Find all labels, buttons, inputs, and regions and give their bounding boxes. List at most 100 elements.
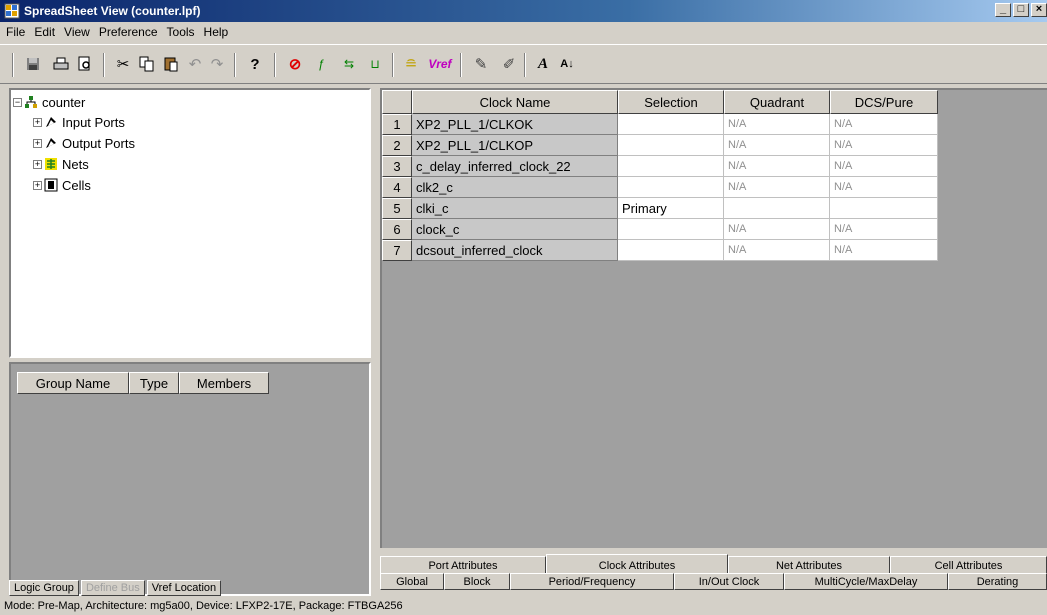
edit-icon[interactable]: ✎ <box>470 53 492 75</box>
cell-dcs-pure[interactable]: N/A <box>830 135 938 156</box>
cell-clock-name[interactable]: c_delay_inferred_clock_22 <box>412 156 618 177</box>
row-number[interactable]: 4 <box>382 177 412 198</box>
row-number[interactable]: 7 <box>382 240 412 261</box>
cell-dcs-pure[interactable]: N/A <box>830 240 938 261</box>
members-header[interactable]: Members <box>179 372 269 394</box>
cell-clock-name[interactable]: XP2_PLL_1/CLKOP <box>412 135 618 156</box>
redo-icon[interactable]: ↷ <box>206 53 228 75</box>
cut-icon[interactable]: ✂ <box>112 53 134 75</box>
cell-dcs-pure[interactable]: N/A <box>830 177 938 198</box>
cell-selection[interactable] <box>618 156 724 177</box>
row-number[interactable]: 2 <box>382 135 412 156</box>
cell-selection[interactable] <box>618 177 724 198</box>
cell-selection[interactable]: Primary <box>618 198 724 219</box>
frequency-icon[interactable]: ƒ <box>310 53 332 75</box>
tree-item-nets[interactable]: + Nets <box>33 154 89 174</box>
tree-root-label: counter <box>42 94 86 110</box>
tree-item-label: Output Ports <box>62 135 135 151</box>
column-header-quadrant[interactable]: Quadrant <box>724 90 830 114</box>
subtab-multicycle-maxdelay[interactable]: MultiCycle/MaxDelay <box>784 573 948 590</box>
close-button[interactable]: × <box>1031 3 1047 17</box>
cell-quadrant[interactable] <box>724 198 830 219</box>
cell-quadrant[interactable]: N/A <box>724 177 830 198</box>
tree-item-cells[interactable]: + Cells <box>33 175 91 195</box>
clear-icon[interactable]: ⊘ <box>284 53 306 75</box>
tree-item-output-ports[interactable]: + Output Ports <box>33 133 135 153</box>
spreadsheet-app-icon <box>4 3 20 19</box>
tree-item-label: Cells <box>62 177 91 193</box>
subtab-block[interactable]: Block <box>444 573 510 590</box>
font-button[interactable]: A <box>532 53 554 75</box>
type-header[interactable]: Type <box>129 372 179 394</box>
expand-icon[interactable]: + <box>33 138 42 148</box>
subtab-derating[interactable]: Derating <box>948 573 1047 590</box>
cell-quadrant[interactable]: N/A <box>724 219 830 240</box>
toolbar: ✂ ↶ ↷ ? ⊘ ƒ ⇆ ⊔ ≘ Vref ✎ ✐ A A↓ <box>0 44 1047 84</box>
cell-dcs-pure[interactable]: N/A <box>830 219 938 240</box>
cell-dcs-pure[interactable] <box>830 198 938 219</box>
subtab-period-frequency[interactable]: Period/Frequency <box>510 573 674 590</box>
hierarchy-icon <box>25 96 37 108</box>
maximize-button[interactable]: □ <box>1013 3 1029 17</box>
menu-preference[interactable]: Preference <box>99 25 158 39</box>
expand-icon[interactable]: + <box>33 117 42 127</box>
column-header-clock-name[interactable]: Clock Name <box>412 90 618 114</box>
clock-icon[interactable]: ⊔ <box>364 53 386 75</box>
cell-quadrant[interactable]: N/A <box>724 240 830 261</box>
cell-quadrant[interactable]: N/A <box>724 156 830 177</box>
copy-icon[interactable] <box>136 53 158 75</box>
cell-clock-name[interactable]: clki_c <box>412 198 618 219</box>
minimize-button[interactable]: _ <box>995 3 1011 17</box>
row-number[interactable]: 6 <box>382 219 412 240</box>
menu-file[interactable]: File <box>6 25 25 39</box>
left-tabs: Logic Group Define Bus Vref Location <box>9 580 223 597</box>
cell-dcs-pure[interactable]: N/A <box>830 156 938 177</box>
cell-clock-name[interactable]: dcsout_inferred_clock <box>412 240 618 261</box>
expand-icon[interactable]: + <box>33 180 42 190</box>
row-number[interactable]: 5 <box>382 198 412 219</box>
cell-clock-name[interactable]: XP2_PLL_1/CLKOK <box>412 114 618 135</box>
menu-edit[interactable]: Edit <box>34 25 55 39</box>
row-number[interactable]: 3 <box>382 156 412 177</box>
paste-icon[interactable] <box>160 53 182 75</box>
cell-quadrant[interactable]: N/A <box>724 114 830 135</box>
menu-help[interactable]: Help <box>204 25 229 39</box>
collapse-icon[interactable]: − <box>13 97 22 107</box>
cell-selection[interactable] <box>618 135 724 156</box>
column-header-dcs-pure[interactable]: DCS/Pure <box>830 90 938 114</box>
cell-selection[interactable] <box>618 219 724 240</box>
cell-icon <box>44 178 58 192</box>
column-header-selection[interactable]: Selection <box>618 90 724 114</box>
cell-clock-name[interactable]: clock_c <box>412 219 618 240</box>
vref-button[interactable]: Vref <box>424 53 456 75</box>
expand-icon[interactable]: + <box>33 159 42 169</box>
print-icon[interactable] <box>50 53 72 75</box>
menu-view[interactable]: View <box>64 25 90 39</box>
io-standard-icon[interactable]: ≘ <box>400 53 422 75</box>
corner-header <box>382 90 412 114</box>
subtab-global[interactable]: Global <box>380 573 444 590</box>
sort-button[interactable]: A↓ <box>556 53 578 75</box>
status-bar: Mode: Pre-Map, Architecture: mg5a00, Dev… <box>0 598 1047 615</box>
undo-icon[interactable]: ↶ <box>184 53 206 75</box>
help-icon[interactable]: ? <box>244 53 266 75</box>
cell-selection[interactable] <box>618 114 724 135</box>
tab-vref-location[interactable]: Vref Location <box>146 580 222 596</box>
tree-item-label: Nets <box>62 156 89 172</box>
tab-logic-group[interactable]: Logic Group <box>9 580 79 596</box>
tree-item-input-ports[interactable]: + Input Ports <box>33 112 125 132</box>
cell-quadrant[interactable]: N/A <box>724 135 830 156</box>
save-icon[interactable] <box>22 53 44 75</box>
row-number[interactable]: 1 <box>382 114 412 135</box>
menu-tools[interactable]: Tools <box>167 25 195 39</box>
period-icon[interactable]: ⇆ <box>338 53 360 75</box>
cell-clock-name[interactable]: clk2_c <box>412 177 618 198</box>
tree-root[interactable]: − counter <box>13 92 85 112</box>
group-name-header[interactable]: Group Name <box>17 372 129 394</box>
cell-dcs-pure[interactable]: N/A <box>830 114 938 135</box>
tab-define-bus[interactable]: Define Bus <box>80 580 145 596</box>
subtab-in-out-clock[interactable]: In/Out Clock <box>674 573 784 590</box>
eraser-icon[interactable]: ✐ <box>498 53 520 75</box>
cell-selection[interactable] <box>618 240 724 261</box>
print-preview-icon[interactable] <box>74 53 96 75</box>
